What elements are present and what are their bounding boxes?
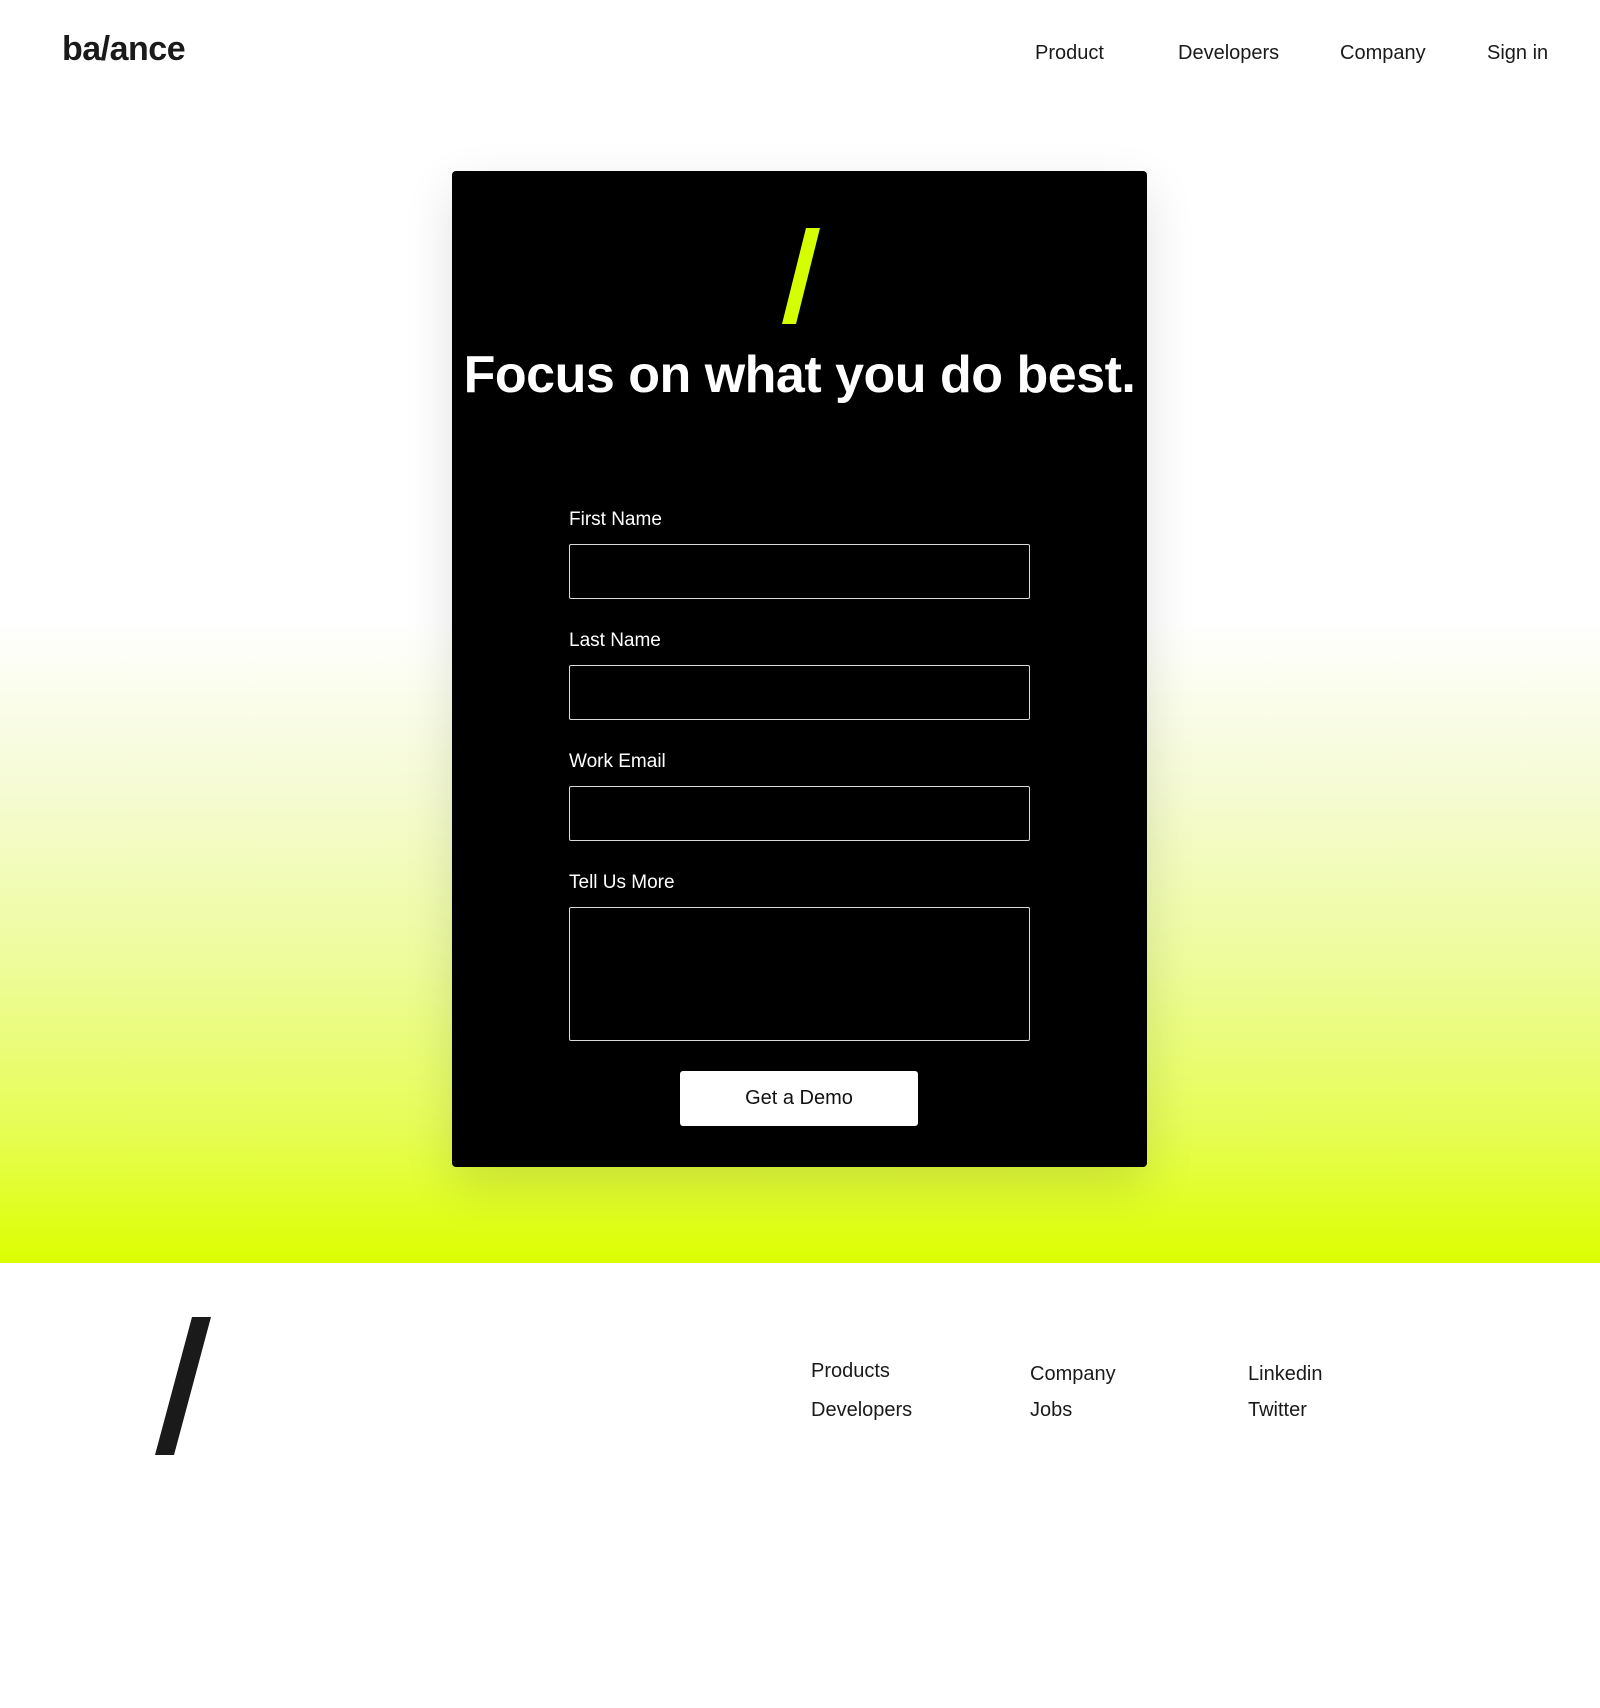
demo-form-card: Focus on what you do best. First Name La… [452, 171, 1147, 1167]
nav-product[interactable]: Product [1035, 42, 1104, 65]
tell-us-more-label: Tell Us More [569, 872, 675, 893]
last-name-field[interactable] [569, 665, 1030, 720]
footer-link-company[interactable]: Company [1030, 1363, 1116, 1386]
nav-developers[interactable]: Developers [1178, 42, 1279, 65]
tell-us-more-textarea[interactable] [569, 907, 1030, 1041]
slash-accent-icon [782, 228, 820, 324]
site-header: ba/ance Product Developers Company Sign … [0, 0, 1600, 115]
form-title: Focus on what you do best. [463, 346, 1136, 404]
work-email-label: Work Email [569, 751, 666, 772]
nav-company[interactable]: Company [1340, 42, 1426, 65]
last-name-label: Last Name [569, 630, 661, 651]
first-name-label: First Name [569, 509, 662, 530]
footer-link-jobs[interactable]: Jobs [1030, 1399, 1072, 1422]
footer-link-products[interactable]: Products [811, 1360, 890, 1383]
balance-logo[interactable]: ba/ance [62, 30, 186, 69]
get-a-demo-button[interactable]: Get a Demo [680, 1071, 918, 1126]
work-email-field[interactable] [569, 786, 1030, 841]
footer-link-linkedin[interactable]: Linkedin [1248, 1363, 1323, 1386]
footer-link-developers[interactable]: Developers [811, 1399, 912, 1422]
site-footer: Products Developers Company Jobs Linkedi… [0, 1263, 1600, 1708]
footer-slash-logo-icon [155, 1317, 211, 1455]
nav-sign-in[interactable]: Sign in [1487, 42, 1548, 65]
first-name-field[interactable] [569, 544, 1030, 599]
footer-link-twitter[interactable]: Twitter [1248, 1399, 1307, 1422]
